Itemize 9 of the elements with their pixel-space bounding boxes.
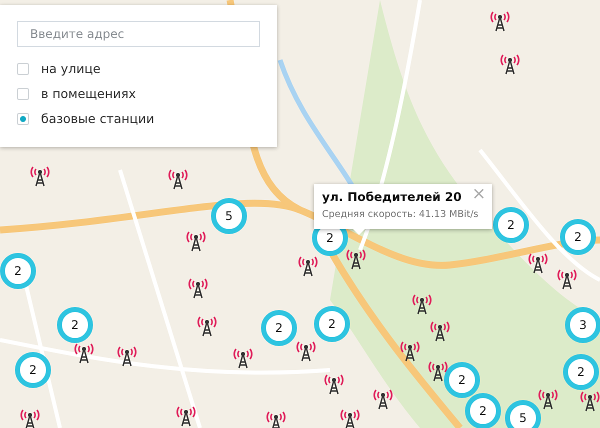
filter-label[interactable]: на улице [41, 61, 101, 76]
checkbox[interactable] [17, 62, 29, 74]
checkbox[interactable] [17, 112, 29, 124]
popup-speed-text: Средняя скорость: 41.13 MBit/s [322, 209, 480, 220]
address-search-field[interactable]: Введите адрес [17, 21, 260, 47]
filter-label[interactable]: базовые станции [41, 111, 154, 126]
checkbox[interactable] [17, 88, 29, 100]
popup-title: ул. Победителей 20 [322, 190, 462, 204]
filter-label[interactable]: в помещениях [41, 86, 136, 101]
